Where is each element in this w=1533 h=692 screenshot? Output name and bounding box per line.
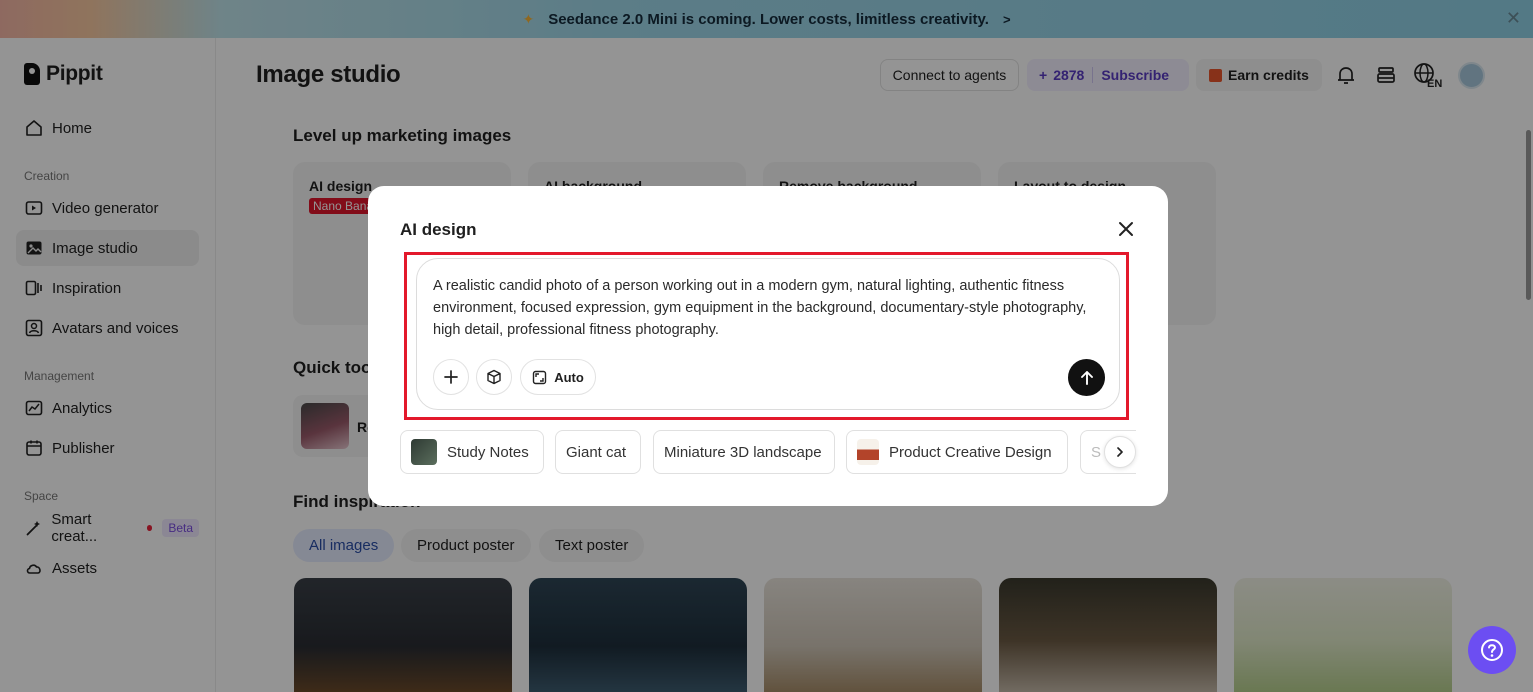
chip-label: Miniature 3D landscape bbox=[664, 443, 822, 461]
question-icon bbox=[1481, 639, 1503, 661]
chip-thumbnail bbox=[411, 439, 437, 465]
suggestion-chip-giant-cat[interactable]: Giant cat bbox=[555, 430, 641, 474]
chip-label: Study Notes bbox=[447, 443, 529, 461]
ai-design-dialog: AI design A realistic candid photo of a … bbox=[368, 186, 1168, 506]
chip-label: Giant cat bbox=[566, 443, 627, 461]
chip-label: S bbox=[1091, 443, 1102, 461]
suggestion-chip-miniature-3d-landscape[interactable]: Miniature 3D landscape bbox=[653, 430, 835, 474]
chip-thumbnail bbox=[857, 439, 879, 465]
help-button[interactable] bbox=[1468, 626, 1516, 674]
dialog-title: AI design bbox=[400, 220, 477, 239]
chevron-right-icon[interactable] bbox=[1104, 436, 1136, 468]
suggestion-chip-study-notes[interactable]: Study Notes bbox=[400, 430, 544, 474]
suggestion-chip-product-creative-design[interactable]: Product Creative Design bbox=[846, 430, 1068, 474]
prompt-highlight-box bbox=[404, 252, 1129, 420]
close-icon[interactable] bbox=[1116, 219, 1136, 239]
chip-label: Product Creative Design bbox=[889, 443, 1052, 461]
